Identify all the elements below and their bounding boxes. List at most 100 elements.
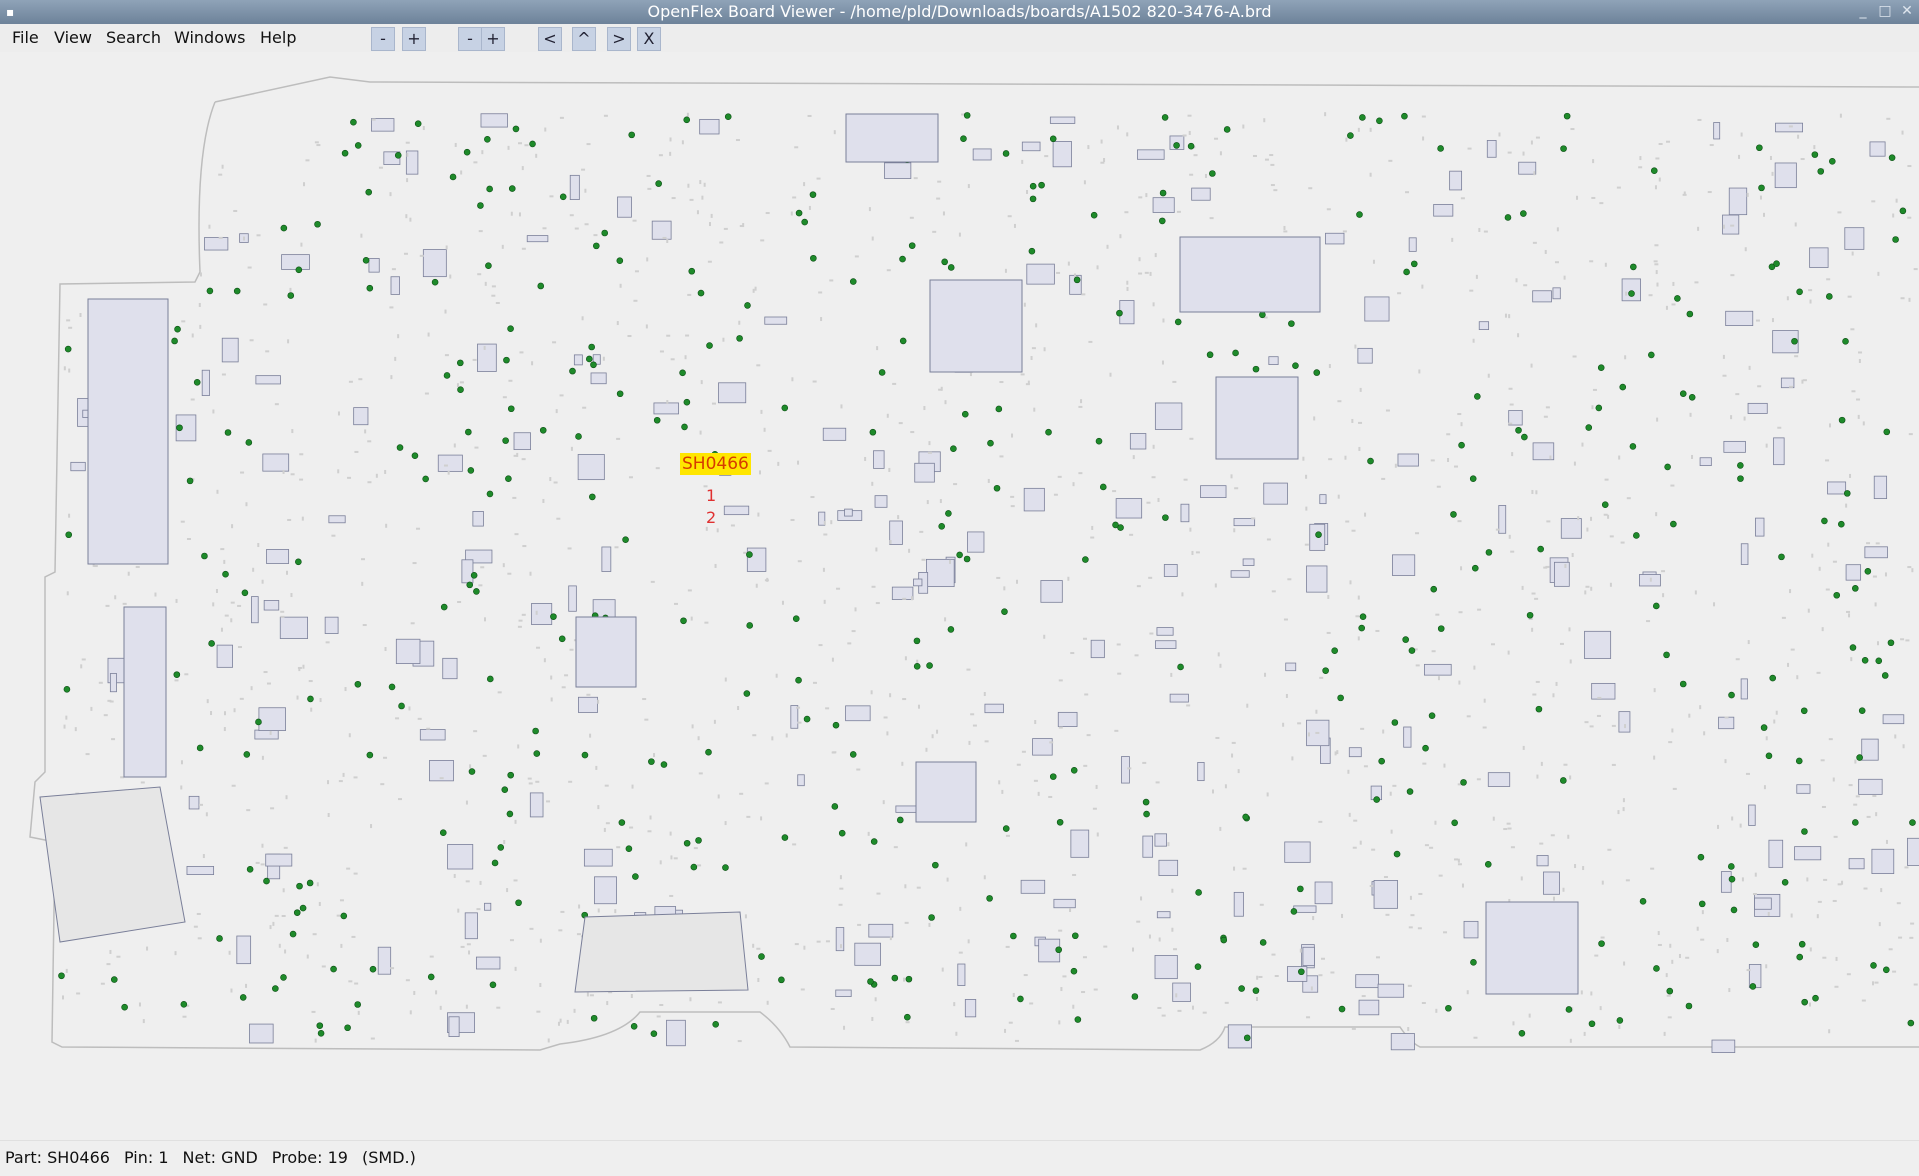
pad bbox=[1258, 975, 1263, 978]
pad bbox=[1490, 643, 1495, 646]
test-point bbox=[1535, 705, 1543, 713]
pad bbox=[1668, 741, 1673, 744]
pad bbox=[1589, 260, 1594, 263]
pad bbox=[181, 320, 186, 323]
pad bbox=[306, 954, 309, 959]
test-point bbox=[1142, 798, 1150, 806]
pad bbox=[581, 168, 586, 171]
pad bbox=[339, 899, 344, 902]
menu-windows[interactable]: Windows bbox=[172, 28, 247, 48]
status-probe: Probe: 19 bbox=[271, 1148, 348, 1167]
pad bbox=[336, 914, 341, 917]
pad bbox=[1666, 140, 1671, 143]
pad bbox=[1466, 990, 1469, 995]
pad bbox=[1457, 413, 1462, 416]
test-point bbox=[1888, 154, 1896, 161]
test-point bbox=[1090, 211, 1098, 219]
pan-right-button[interactable]: > bbox=[607, 27, 631, 51]
pad bbox=[389, 192, 392, 197]
pad bbox=[1090, 536, 1095, 539]
test-point bbox=[688, 267, 696, 275]
pad bbox=[501, 244, 504, 249]
pad bbox=[756, 947, 761, 950]
maximize-icon[interactable]: □ bbox=[1876, 2, 1894, 20]
test-point bbox=[1650, 167, 1658, 175]
pad bbox=[1653, 688, 1656, 693]
pad bbox=[1016, 763, 1021, 766]
title-bar[interactable]: ▪ OpenFlex Board Viewer - /home/pld/Down… bbox=[0, 0, 1919, 24]
pad bbox=[1242, 124, 1245, 129]
close-icon[interactable]: ✕ bbox=[1898, 2, 1916, 20]
pad bbox=[619, 283, 622, 288]
pad bbox=[1020, 373, 1025, 376]
clear-selection-button[interactable]: X bbox=[637, 27, 661, 51]
pad bbox=[1446, 433, 1451, 436]
pad bbox=[1297, 722, 1302, 725]
window-menu-icon[interactable]: ▪ bbox=[6, 0, 14, 24]
component-footprint bbox=[964, 999, 977, 1018]
pad bbox=[803, 182, 806, 187]
pad bbox=[666, 238, 669, 243]
pad bbox=[1381, 477, 1386, 480]
menu-search[interactable]: Search bbox=[104, 28, 163, 48]
pad bbox=[1385, 913, 1390, 916]
test-point bbox=[1288, 320, 1295, 327]
component-footprint bbox=[1720, 871, 1732, 893]
pan-left-button[interactable]: < bbox=[538, 27, 562, 51]
board-canvas[interactable]: SH0466 1 2 bbox=[0, 52, 1919, 1140]
pad bbox=[1569, 1038, 1572, 1043]
test-point bbox=[539, 426, 547, 434]
pad bbox=[529, 927, 534, 930]
test-point bbox=[963, 112, 971, 119]
test-point bbox=[63, 686, 71, 693]
pad bbox=[1794, 222, 1797, 227]
menu-file[interactable]: File bbox=[10, 28, 41, 48]
pad bbox=[1422, 136, 1425, 141]
pad bbox=[1151, 476, 1156, 479]
zoom-out-button[interactable]: - bbox=[371, 27, 395, 51]
pad bbox=[497, 691, 502, 694]
pad bbox=[1850, 657, 1853, 662]
pad bbox=[1724, 759, 1727, 764]
board-drawing[interactable] bbox=[0, 52, 1919, 1140]
pin-label-1[interactable]: 1 bbox=[706, 486, 716, 505]
pad bbox=[1212, 789, 1215, 794]
test-point bbox=[681, 423, 688, 431]
pad bbox=[1618, 1024, 1621, 1029]
pad bbox=[928, 922, 931, 927]
pad bbox=[68, 368, 71, 373]
selected-part-label[interactable]: SH0466 bbox=[680, 453, 751, 475]
test-point bbox=[515, 899, 522, 907]
test-point bbox=[905, 975, 913, 983]
minimize-icon[interactable]: _ bbox=[1854, 2, 1872, 20]
zoom-out-secondary-button[interactable]: - bbox=[458, 27, 482, 51]
pad bbox=[1863, 887, 1868, 890]
menu-view[interactable]: View bbox=[52, 28, 94, 48]
chip-lower-right bbox=[1485, 901, 1579, 995]
pin-label-2[interactable]: 2 bbox=[706, 508, 716, 527]
pad bbox=[713, 719, 716, 724]
test-point bbox=[575, 433, 582, 440]
test-point bbox=[1821, 517, 1828, 525]
test-point bbox=[1422, 744, 1429, 752]
pad bbox=[630, 994, 633, 999]
pad bbox=[1142, 761, 1147, 764]
zoom-in-button[interactable]: + bbox=[402, 27, 426, 51]
menu-help[interactable]: Help bbox=[258, 28, 298, 48]
component-footprint bbox=[442, 657, 458, 680]
test-point bbox=[867, 978, 874, 985]
pad bbox=[338, 780, 343, 783]
pad bbox=[502, 563, 505, 568]
pad bbox=[1305, 474, 1308, 479]
test-point bbox=[1769, 674, 1777, 682]
pan-up-button[interactable]: ^ bbox=[572, 27, 596, 51]
pad bbox=[314, 1038, 317, 1043]
zoom-in-secondary-button[interactable]: + bbox=[481, 27, 505, 51]
pad bbox=[910, 431, 915, 434]
pad bbox=[1747, 640, 1750, 645]
test-point bbox=[208, 640, 215, 647]
component-footprint bbox=[353, 407, 369, 426]
component-footprint bbox=[1325, 232, 1345, 245]
pad bbox=[1662, 593, 1665, 598]
pad bbox=[1847, 295, 1852, 298]
